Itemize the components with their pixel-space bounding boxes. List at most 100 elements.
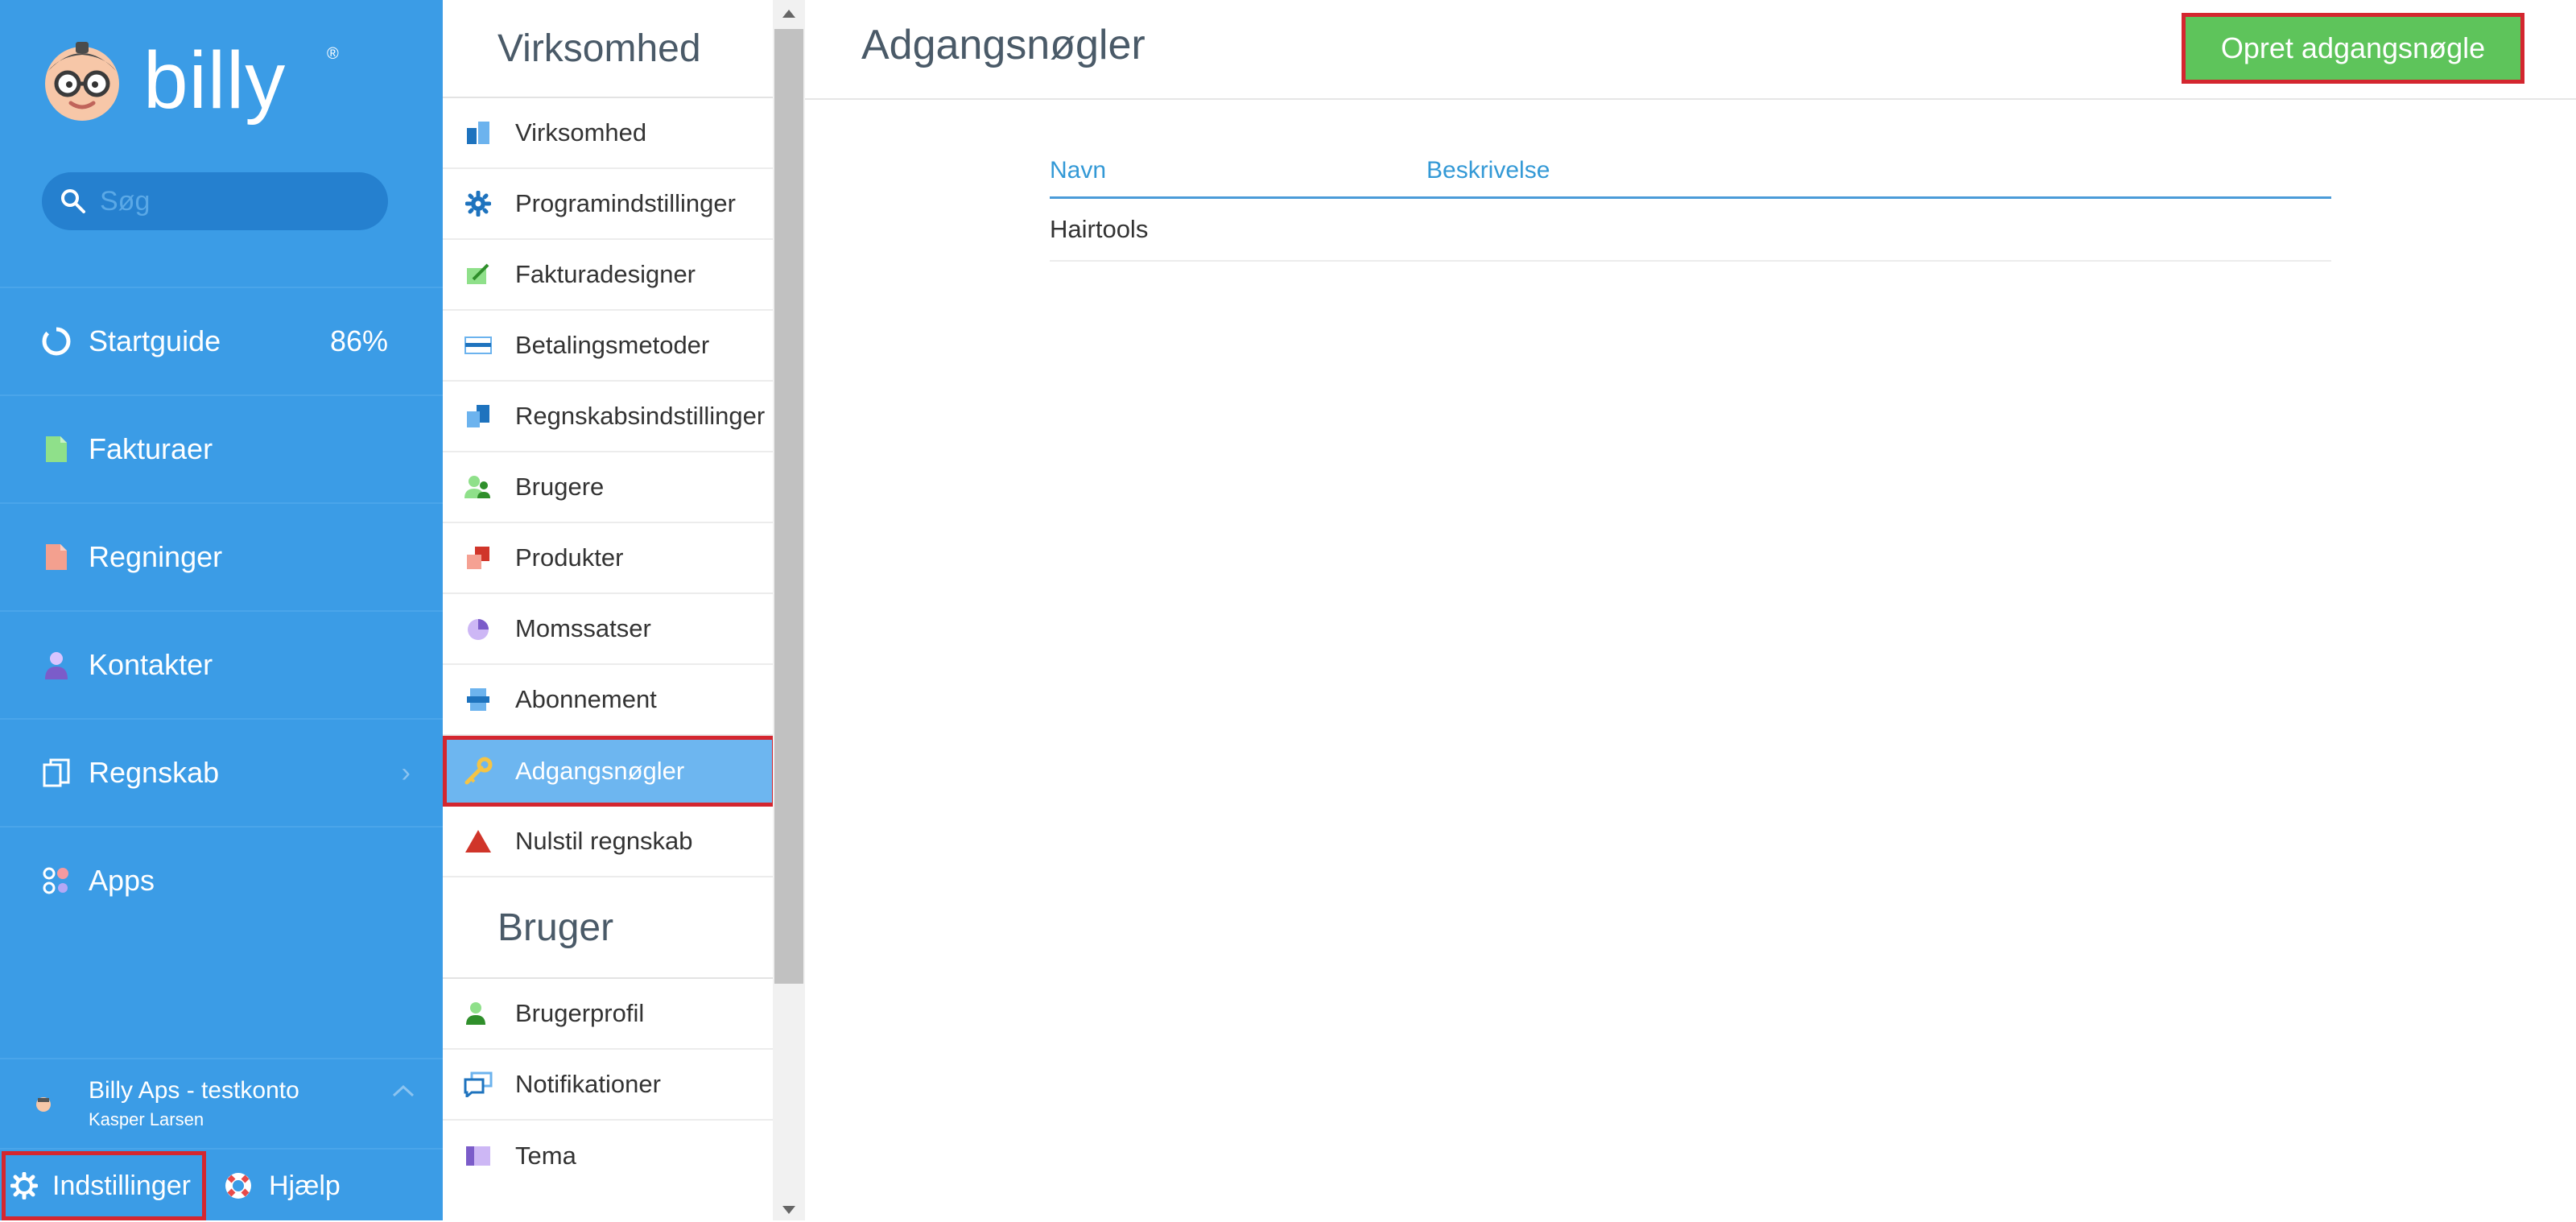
billy-logo[interactable]: billy ® (40, 32, 339, 129)
settings-item-label: Regnskabsindstillinger (515, 402, 766, 430)
settings-item-fakturadesigner[interactable]: Fakturadesigner (443, 240, 773, 311)
help-label: Hjælp (269, 1170, 341, 1201)
settings-menu: Virksomhed Virksomhed Programindstilling… (443, 0, 776, 1220)
nav-item-regninger[interactable]: Regninger (0, 502, 443, 610)
chat-icon (464, 1070, 493, 1099)
search-input[interactable] (98, 184, 375, 218)
key-icon (464, 757, 493, 786)
nav-label: Fakturaer (89, 432, 213, 465)
settings-item-brugerprofil[interactable]: Brugerprofil (443, 979, 773, 1050)
settings-item-label: Produkter (515, 543, 624, 572)
apps-icon (40, 865, 72, 897)
warning-icon (464, 827, 493, 856)
company-name: Billy Aps - testkonto (89, 1077, 299, 1104)
table-row[interactable]: Hairtools (1050, 199, 2331, 262)
page-title: Adgangsnøgler (861, 22, 1146, 68)
section-title-user: Bruger (443, 877, 773, 979)
nav-label: Apps (89, 864, 155, 897)
create-access-key-button[interactable]: Opret adgangsnøgle (2182, 13, 2524, 84)
search-icon (61, 189, 85, 213)
users-icon (464, 473, 493, 502)
pie-icon (464, 614, 493, 643)
billy-mascot-icon (40, 39, 124, 122)
table-header: Navn Beskrivelse (1050, 145, 2331, 199)
help-button[interactable]: Hjælp (222, 1151, 341, 1220)
account-switcher[interactable]: Billy Aps - testkonto Kasper Larsen (0, 1058, 443, 1148)
access-keys-table: Navn Beskrivelse Hairtools (1050, 145, 2331, 262)
settings-item-adgangsnoegler[interactable]: Adgangsnøgler (443, 736, 776, 807)
settings-item-label: Tema (515, 1141, 576, 1170)
settings-item-label: Nulstil regnskab (515, 827, 693, 855)
document-red-icon (40, 541, 72, 573)
settings-item-label: Brugerprofil (515, 999, 645, 1027)
settings-item-abonnement[interactable]: Abonnement (443, 665, 773, 736)
settings-item-regnskabsindstillinger[interactable]: Regnskabsindstillinger (443, 382, 773, 452)
chevron-up-icon (391, 1084, 415, 1102)
nav-label: Kontakter (89, 648, 213, 681)
settings-item-nulstil-regnskab[interactable]: Nulstil regnskab (443, 807, 773, 877)
ledger-icon (40, 757, 72, 789)
main-sidebar: billy ® Startguide 86% Fakturaer Re (0, 0, 443, 1220)
card-icon (464, 331, 493, 360)
nav-label: Startguide (89, 324, 221, 357)
subscription-icon (464, 685, 493, 714)
progress-percent: 86% (329, 324, 388, 357)
column-header-beskrivelse[interactable]: Beskrivelse (1426, 157, 1550, 184)
settings-item-betalingsmetoder[interactable]: Betalingsmetoder (443, 311, 773, 382)
brand-name: billy (143, 35, 287, 126)
ledger-icon (464, 402, 493, 431)
avatar (34, 1094, 53, 1113)
settings-item-label: Abonnement (515, 685, 657, 713)
settings-item-label: Notifikationer (515, 1070, 661, 1098)
settings-item-tema[interactable]: Tema (443, 1121, 773, 1191)
settings-item-label: Brugere (515, 473, 605, 501)
scroll-down-icon[interactable] (782, 1206, 795, 1214)
gear-icon (10, 1172, 38, 1199)
search-box[interactable] (42, 172, 388, 230)
nav-label: Regnskab (89, 756, 220, 789)
gear-icon (464, 189, 493, 218)
user-name: Kasper Larsen (89, 1109, 204, 1129)
settings-item-label: Adgangsnøgler (515, 757, 685, 785)
settings-item-virksomhed[interactable]: Virksomhed (443, 98, 773, 169)
settings-item-label: Programindstillinger (515, 189, 736, 217)
settings-item-produkter[interactable]: Produkter (443, 523, 773, 594)
design-icon (464, 260, 493, 289)
products-icon (464, 543, 493, 572)
lifebuoy-icon (225, 1173, 251, 1199)
column-header-navn[interactable]: Navn (1050, 157, 1426, 184)
settings-button[interactable]: Indstillinger (2, 1151, 206, 1220)
chevron-right-icon: › (401, 757, 411, 788)
scroll-up-icon[interactable] (782, 10, 795, 18)
settings-item-label: Momssatser (515, 614, 651, 642)
settings-label: Indstillinger (52, 1170, 191, 1201)
settings-item-notifikationer[interactable]: Notifikationer (443, 1050, 773, 1121)
user-profile-icon (464, 999, 493, 1028)
settings-item-label: Fakturadesigner (515, 260, 696, 288)
scroll-thumb[interactable] (774, 29, 803, 984)
nav-item-regnskab[interactable]: Regnskab › (0, 718, 443, 826)
page-header: Adgangsnøgler Opret adgangsnøgle (805, 0, 2576, 100)
settings-item-momssatser[interactable]: Momssatser (443, 594, 773, 665)
sidebar-footer: Indstillinger Hjælp (0, 1148, 443, 1222)
main-nav: Startguide 86% Fakturaer Regninger Konta… (0, 287, 443, 934)
cell-name: Hairtools (1050, 215, 1149, 243)
document-green-icon (40, 433, 72, 465)
section-title-company: Virksomhed (443, 0, 773, 98)
progress-ring-icon (40, 325, 72, 357)
settings-item-label: Betalingsmetoder (515, 331, 710, 359)
nav-item-apps[interactable]: Apps (0, 826, 443, 934)
settings-item-label: Virksomhed (515, 118, 647, 147)
theme-icon (464, 1141, 493, 1170)
settings-item-programindstillinger[interactable]: Programindstillinger (443, 169, 773, 240)
settings-scrollbar[interactable] (773, 0, 805, 1220)
main-content: Adgangsnøgler Opret adgangsnøgle Navn Be… (805, 0, 2576, 1220)
nav-item-startguide[interactable]: Startguide 86% (0, 287, 443, 394)
registered-mark: ® (327, 45, 339, 63)
nav-item-fakturaer[interactable]: Fakturaer (0, 394, 443, 502)
nav-item-kontakter[interactable]: Kontakter (0, 610, 443, 718)
nav-label: Regninger (89, 540, 223, 573)
settings-item-brugere[interactable]: Brugere (443, 452, 773, 523)
person-icon (40, 649, 72, 681)
building-icon (464, 118, 493, 147)
